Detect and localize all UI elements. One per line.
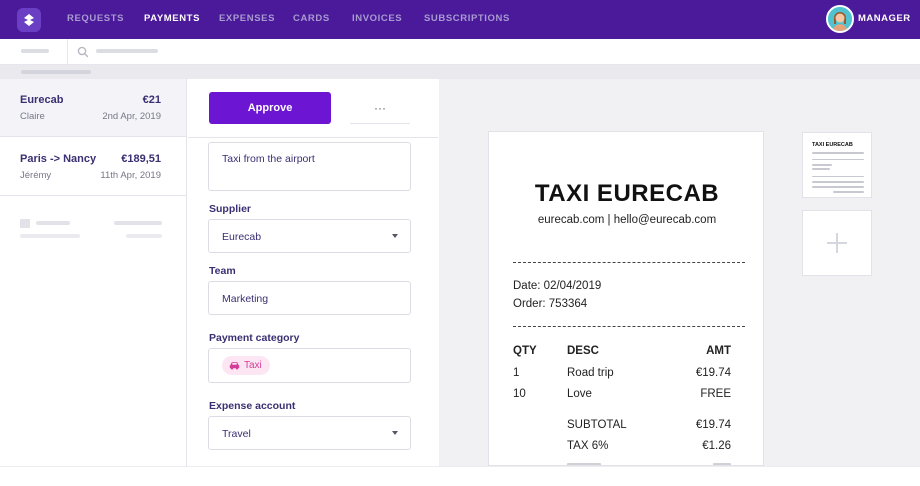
payment-form: Approve ··· Taxi from the airport Suppli…: [188, 79, 438, 466]
supplier-select[interactable]: Eurecab: [208, 219, 411, 253]
column-amt: AMT: [706, 345, 731, 357]
category-field[interactable]: Taxi: [208, 348, 411, 383]
plus-icon: [827, 233, 847, 253]
placeholder-icon: [20, 219, 30, 228]
receipt-preview-area: TAXI EURECAB eurecab.com | hello@eurecab…: [439, 79, 920, 466]
filter-bar: [0, 39, 920, 65]
row-desc: Road trip: [567, 367, 614, 379]
receipt-document[interactable]: TAXI EURECAB eurecab.com | hello@eurecab…: [488, 131, 764, 466]
team-field[interactable]: Marketing: [208, 281, 411, 315]
nav-requests[interactable]: REQUESTS: [67, 13, 124, 24]
approve-button[interactable]: Approve: [209, 92, 331, 124]
team-value: Marketing: [222, 293, 269, 305]
tax-value: €1.26: [702, 440, 731, 452]
account-select[interactable]: Travel: [208, 416, 411, 450]
row-amt: FREE: [700, 388, 731, 400]
subtotal-label: SUBTOTAL: [567, 419, 627, 431]
list-item[interactable]: Paris -> Nancy €189,51 Jérémy 11th Apr, …: [0, 138, 186, 196]
thumbnail-line: [812, 152, 864, 154]
payment-title: Eurecab: [20, 94, 64, 106]
account-value: Travel: [222, 428, 251, 440]
logo-icon: [24, 14, 34, 26]
receipt-contact: eurecab.com | hello@eurecab.com: [537, 214, 717, 226]
receipt-date: Date: 02/04/2019: [513, 280, 602, 292]
thumbnail-line: [812, 164, 832, 166]
nav-cards[interactable]: CARDS: [293, 13, 330, 24]
search-input[interactable]: [96, 49, 158, 53]
category-value: Taxi: [244, 360, 262, 371]
add-attachment-button[interactable]: [802, 210, 872, 276]
row-qty: 10: [513, 388, 526, 400]
nav-payments[interactable]: PAYMENTS: [144, 13, 200, 24]
filter-placeholder: [21, 49, 49, 53]
search-icon[interactable]: [77, 46, 89, 58]
placeholder-text: [36, 221, 70, 225]
thumbnail-line: [812, 186, 864, 188]
payment-date: 2nd Apr, 2019: [102, 111, 161, 122]
chevron-down-icon: [392, 234, 398, 238]
row-desc: Love: [567, 388, 592, 400]
category-label: Payment category: [209, 332, 300, 344]
receipt-title: TAXI EURECAB: [534, 180, 720, 207]
team-label: Team: [209, 265, 236, 277]
tax-label: TAX 6%: [567, 440, 609, 452]
description-value: Taxi from the airport: [222, 153, 315, 165]
placeholder-text: [126, 234, 162, 238]
column-desc: DESC: [567, 345, 599, 357]
account-label: Expense account: [209, 400, 296, 412]
category-tag[interactable]: Taxi: [222, 356, 270, 375]
placeholder-text: [20, 234, 80, 238]
receipt-thumbnail[interactable]: TAXI EURECAB: [802, 132, 872, 198]
payment-amount: €21: [142, 94, 161, 106]
divider: [67, 39, 68, 65]
payment-title: Paris -> Nancy: [20, 153, 97, 165]
thumbnail-line: [812, 181, 864, 183]
count-placeholder: [21, 70, 91, 74]
divider: [188, 137, 438, 138]
payment-amount: €189,51: [121, 153, 161, 165]
thumbnail-line: [812, 168, 830, 170]
chevron-down-icon: [392, 431, 398, 435]
dashed-divider: [513, 262, 745, 263]
payment-person: Claire: [20, 111, 45, 122]
bottom-bar: [0, 466, 920, 486]
top-nav: REQUESTS PAYMENTS EXPENSES CARDS INVOICE…: [0, 0, 920, 39]
thumbnail-line: [812, 176, 864, 177]
list-item[interactable]: Eurecab €21 Claire 2nd Apr, 2019: [0, 79, 186, 137]
dashed-divider: [513, 326, 745, 327]
nav-subscriptions[interactable]: SUBSCRIPTIONS: [424, 13, 510, 24]
subtotal-value: €19.74: [695, 419, 731, 431]
supplier-label: Supplier: [209, 203, 252, 215]
row-qty: 1: [513, 367, 520, 379]
toolbar-strip: [0, 65, 920, 79]
user-role-label[interactable]: MANAGER: [858, 13, 911, 24]
column-qty: QTY: [513, 345, 537, 357]
supplier-value: Eurecab: [222, 231, 262, 243]
app-logo[interactable]: [17, 8, 41, 32]
user-photo-icon: [828, 7, 852, 31]
nav-invoices[interactable]: INVOICES: [352, 13, 402, 24]
payments-list: Eurecab €21 Claire 2nd Apr, 2019 Paris -…: [0, 79, 187, 466]
nav-expenses[interactable]: EXPENSES: [219, 13, 275, 24]
car-icon: [229, 362, 240, 370]
row-amt: €19.74: [695, 367, 731, 379]
more-options-button[interactable]: ···: [350, 92, 410, 124]
avatar[interactable]: [826, 5, 854, 33]
thumbnail-line: [833, 191, 864, 193]
loading-list-item: [0, 197, 186, 243]
payment-date: 11th Apr, 2019: [100, 170, 161, 181]
placeholder-text: [114, 221, 162, 225]
thumbnail-line: [812, 159, 864, 160]
receipt-order: Order: 753364: [513, 298, 588, 310]
thumbnail-title: TAXI EURECAB: [812, 142, 853, 148]
payment-person: Jérémy: [20, 170, 52, 181]
description-field[interactable]: Taxi from the airport: [208, 142, 411, 191]
